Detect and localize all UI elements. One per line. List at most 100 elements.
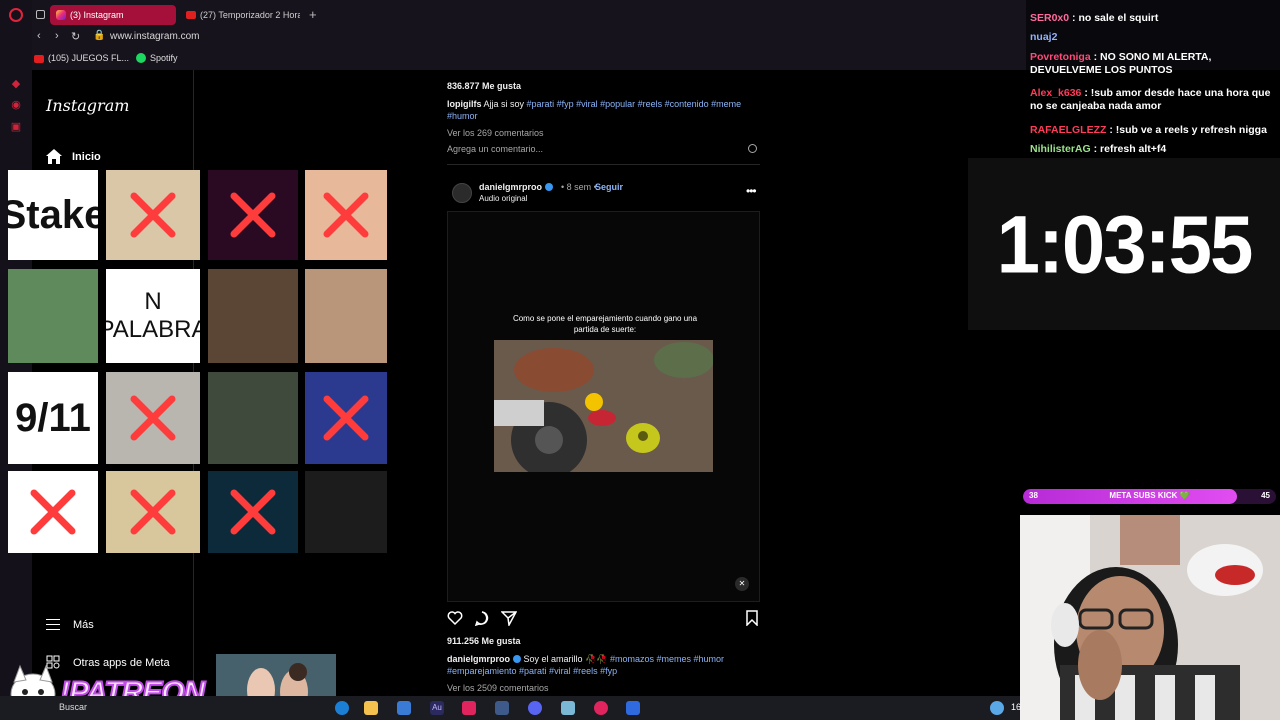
post1-caption: lopigilfs Ajja si soy #parati #fyp #vira… [447,98,757,122]
subs-goal-target: 45 [1261,491,1270,500]
chat-text: : !sub ve a reels y refresh nigga [1109,124,1267,136]
opera-gx-icon[interactable] [462,701,476,715]
vscode-icon[interactable] [495,701,509,715]
folder-icon[interactable] [364,701,378,715]
sound-tile-cat [106,372,200,464]
post2-age: • 8 sem • [561,182,597,192]
aria-icon[interactable]: ◆ [9,77,23,91]
post-divider [447,164,760,165]
crossed-out-icon [130,192,176,238]
sound-tile-blue-orb [208,471,298,553]
tab-label: (3) Instagram [70,10,124,20]
stream-chat: SER0x0 : no sale el squirt nuaj2 Povreton… [1026,0,1280,158]
sound-tile-dancer [208,372,298,464]
post1-comment-input[interactable]: Agrega un comentario... [447,144,543,154]
chat-text: : no sale el squirt [1072,12,1159,24]
sound-tile-blue-figure [305,372,387,464]
subs-goal-label: META SUBS KICK 💚 [1109,491,1190,500]
timer-overlay: 1:03:55 [968,158,1280,330]
taskbar-search[interactable]: Buscar [59,702,87,712]
mute-icon[interactable]: ✕ [735,577,749,591]
verified-badge-icon [545,183,554,191]
reload-icon[interactable]: ↻ [71,30,80,43]
nav-home-label: Inicio [72,151,101,163]
chat-username[interactable]: Povretoniga [1030,51,1091,63]
follow-button[interactable]: Seguir [595,182,623,192]
share-icon[interactable] [501,610,517,626]
sound-tile-tacos [106,471,200,553]
home-icon [46,149,62,164]
tab-timer[interactable]: (27) Temporizador 2 Hora [180,5,300,25]
instagram-favicon-icon [56,10,66,20]
tab-grid-icon[interactable] [36,10,45,19]
opera-logo-icon[interactable] [9,8,23,22]
instagram-logo[interactable]: Instagram [46,96,129,115]
sound-tile-label: Stake [8,192,98,237]
sound-tile-dark-girl [305,471,387,553]
comment-icon[interactable] [474,610,490,626]
post2-audio[interactable]: Audio original [479,194,527,203]
verified-badge-icon [513,655,522,663]
bookmark-label: (105) JUEGOS FL... [48,53,130,63]
post2-avatar[interactable] [452,183,472,203]
streamlabs-icon[interactable] [626,701,640,715]
sound-tile-nine-eleven: 9/11 [8,372,98,464]
soundboard-overlay: Stake N PALABRA 9/11 [8,170,388,554]
forward-arrow-icon[interactable]: › [55,30,59,42]
video-scene [494,340,713,472]
sound-tile-label: N PALABRA [106,288,200,343]
back-arrow-icon[interactable]: ‹ [37,30,41,42]
messenger-icon[interactable]: ◉ [9,98,23,112]
video-caption: Como se pone el emparejamiento cuando ga… [512,314,698,334]
menu-icon [46,619,60,630]
bookmark-youtube[interactable]: (105) JUEGOS FL... [34,53,129,63]
store-icon[interactable] [397,701,411,715]
post2-likes[interactable]: 911.256 Me gusta [447,636,521,646]
instagram-rail-icon[interactable]: ▣ [9,120,23,134]
chat-message: nuaj2 [1030,31,1280,44]
new-tab-icon[interactable]: + [309,7,317,22]
video-frame [494,340,713,472]
obs-icon[interactable] [594,701,608,715]
save-bookmark-icon[interactable] [745,610,759,626]
crossed-out-icon [30,489,76,535]
chat-message: Povretoniga : NO SONO MI ALERTA, DEVUELV… [1030,51,1280,77]
post1-caption-text: Ajja si soy [483,99,525,109]
lock-icon: 🔒 [93,30,106,41]
chat-username[interactable]: RAFAELGLEZZ [1030,124,1106,136]
edge-icon[interactable] [335,701,349,715]
post1-view-comments[interactable]: Ver los 269 comentarios [447,128,544,138]
audition-icon[interactable]: Au [430,701,444,715]
chat-username[interactable]: SER0x0 [1030,12,1069,24]
bookmark-spotify[interactable]: Spotify [136,53,178,63]
taskbar-clock: 16 [1011,702,1022,712]
crossed-out-icon [230,489,276,535]
sound-tile-monster [208,170,298,260]
chat-username[interactable]: nuaj2 [1030,31,1057,43]
app-icon[interactable] [561,701,575,715]
discord-icon[interactable] [528,701,542,715]
more-options-icon[interactable]: ••• [746,184,757,198]
nav-more-label: Más [73,619,94,631]
post1-likes[interactable]: 836.877 Me gusta [447,81,521,91]
tab-instagram[interactable]: (3) Instagram [50,5,176,25]
post1-username[interactable]: lopigilfs [447,99,482,109]
chat-message: SER0x0 : no sale el squirt [1030,12,1280,25]
sound-tile-man-portrait [208,269,298,363]
post2-caption: danielgmrproo Soy el amarillo 🥀🥀 #momazo… [447,653,757,677]
post2-username[interactable]: danielgmrproo [479,182,554,192]
webcam-scene [1020,515,1280,720]
sound-tile-label: 9/11 [15,395,91,440]
youtube-favicon-icon [186,11,196,19]
subs-goal-bar: 38 META SUBS KICK 💚 45 [1023,489,1276,504]
address-bar[interactable]: www.instagram.com [110,31,199,42]
chat-username[interactable]: Alex_k636 [1030,87,1081,99]
crossed-out-icon [130,395,176,441]
taskbar: Buscar Au 16 [0,696,1022,720]
spotify-icon [136,53,146,63]
post2-view-comments[interactable]: Ver los 2509 comentarios [447,683,549,693]
emoji-icon[interactable] [748,144,757,153]
like-heart-icon[interactable] [447,610,463,626]
post2-caption-username[interactable]: danielgmrproo [447,654,510,664]
weather-icon [990,701,1004,715]
